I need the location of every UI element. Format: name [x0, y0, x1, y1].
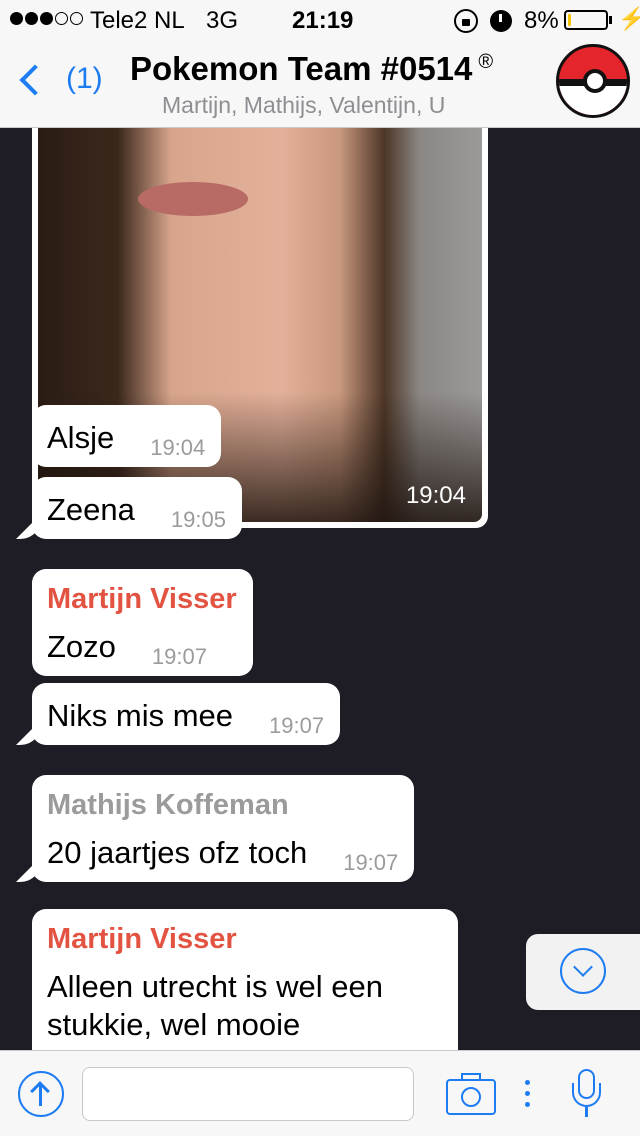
group-title-text: Pokemon Team #0514	[130, 50, 473, 87]
image-message[interactable]: 19:04	[32, 128, 488, 528]
message-time: 19:07	[343, 850, 399, 875]
group-avatar[interactable]	[556, 44, 630, 118]
message-input[interactable]	[82, 1067, 414, 1121]
upload-arrow-head	[30, 1081, 50, 1101]
message-bubble[interactable]: Martijn Visser Alleen utrecht is wel een…	[32, 909, 458, 1050]
chevron-left-icon	[19, 64, 51, 96]
message-bubble[interactable]: Zeena 19:05	[32, 477, 242, 539]
sender-name[interactable]: Mathijs Koffeman	[47, 789, 398, 822]
message-time: 19:04	[150, 435, 206, 460]
chat-messages[interactable]: 19:04 Alsje 19:04 Zeena 19:05 Martijn Vi…	[0, 128, 640, 1050]
chat-header: (1) Pokemon Team #0514 ® Martijn, Mathijs…	[0, 40, 640, 128]
rotation-lock-icon	[454, 9, 478, 33]
battery-tip	[609, 16, 612, 24]
message-time: 19:05	[170, 507, 226, 532]
dot	[525, 1091, 530, 1096]
share-button[interactable]	[18, 1071, 64, 1117]
camera-button[interactable]	[446, 1073, 496, 1115]
message-time: 19:04	[405, 482, 466, 509]
message-time: 19:07	[151, 644, 207, 669]
microphone-stand	[585, 1107, 588, 1117]
microphone-button[interactable]	[572, 1069, 602, 1125]
photo-detail	[138, 182, 248, 216]
message-bubble[interactable]: Mathijs Koffeman 20 jaartjes ofz toch 19…	[32, 775, 415, 882]
battery-icon	[564, 10, 608, 30]
message-input-bar	[0, 1050, 640, 1136]
registered-mark: ®	[478, 51, 494, 73]
alarm-icon	[490, 10, 512, 32]
carrier-name: Tele2 NL	[90, 7, 185, 34]
group-participants[interactable]: Martijn, Mathijs, Valentijn, U	[162, 92, 445, 119]
message-time: 19:07	[269, 713, 325, 738]
microphone-cup	[572, 1083, 601, 1107]
network-type: 3G	[206, 7, 239, 34]
charging-bolt-icon: ⚡	[618, 6, 640, 31]
message-bubble[interactable]: Niks mis mee 19:07	[32, 683, 341, 745]
message-text: 20 jaartjes ofz toch	[47, 835, 308, 870]
scroll-to-bottom-button[interactable]	[526, 934, 640, 1010]
chevron-down-circle-icon	[560, 948, 606, 994]
camera-lens	[461, 1087, 481, 1107]
pokeball-button	[583, 69, 607, 93]
status-bar: Tele2 NL 3G 21:19 8% ⚡	[0, 0, 640, 40]
group-title[interactable]: Pokemon Team #0514 ®	[130, 50, 493, 88]
back-button[interactable]: (1)	[14, 54, 103, 96]
message-text: Zeena	[47, 492, 135, 527]
sender-name[interactable]: Martijn Visser	[47, 923, 442, 956]
signal-strength-icon	[10, 12, 83, 25]
camera-icon	[461, 1073, 481, 1081]
battery-level	[568, 14, 571, 26]
message-bubble[interactable]: Alsje 19:04	[32, 405, 222, 467]
message-text: Niks mis mee	[47, 698, 234, 733]
battery-percentage: 8%	[524, 7, 559, 34]
message-text: Alleen utrecht is wel een stukkie, wel m…	[47, 969, 384, 1042]
unread-count: (1)	[66, 62, 103, 95]
more-options-button[interactable]	[525, 1080, 530, 1107]
dot	[525, 1102, 530, 1107]
status-time: 21:19	[292, 7, 354, 34]
message-text: Alsje	[47, 420, 115, 455]
message-text: Zozo	[47, 629, 116, 664]
message-bubble[interactable]: Martijn Visser Zozo 19:07	[32, 569, 253, 676]
sender-name[interactable]: Martijn Visser	[47, 583, 237, 616]
more-dots-icon	[525, 1080, 530, 1085]
